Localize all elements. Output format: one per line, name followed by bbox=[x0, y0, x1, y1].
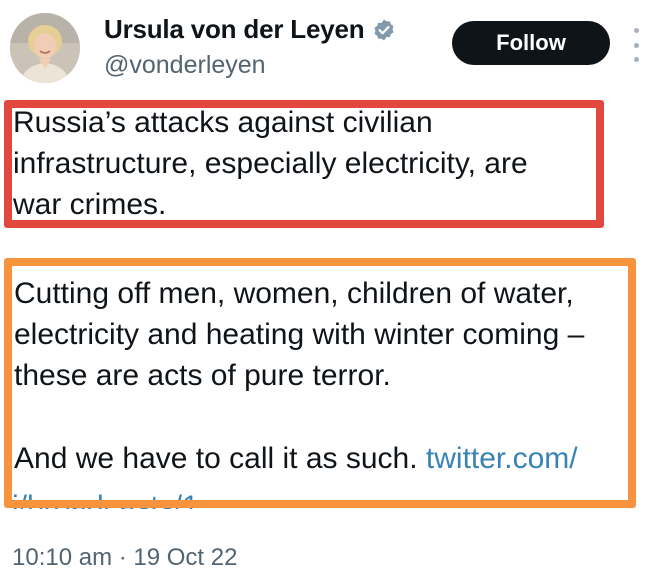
orange-highlight-box bbox=[4, 258, 636, 508]
tweet-timestamp[interactable]: 10:10 am · 19 Oct 22 bbox=[12, 544, 237, 572]
follow-button[interactable]: Follow bbox=[452, 21, 610, 65]
author-name-row: Ursula von der Leyen bbox=[104, 14, 396, 45]
profile-photo-icon bbox=[10, 13, 80, 83]
red-highlight-box bbox=[4, 100, 604, 228]
dot-icon bbox=[633, 42, 639, 48]
dot-icon bbox=[633, 57, 639, 62]
author-display-name[interactable]: Ursula von der Leyen bbox=[104, 14, 365, 45]
avatar[interactable] bbox=[10, 13, 80, 83]
more-vertical-icon[interactable] bbox=[630, 28, 642, 62]
dot-icon bbox=[633, 28, 639, 33]
verified-badge-icon bbox=[372, 18, 396, 42]
author-handle[interactable]: @vonderleyen bbox=[104, 51, 266, 80]
